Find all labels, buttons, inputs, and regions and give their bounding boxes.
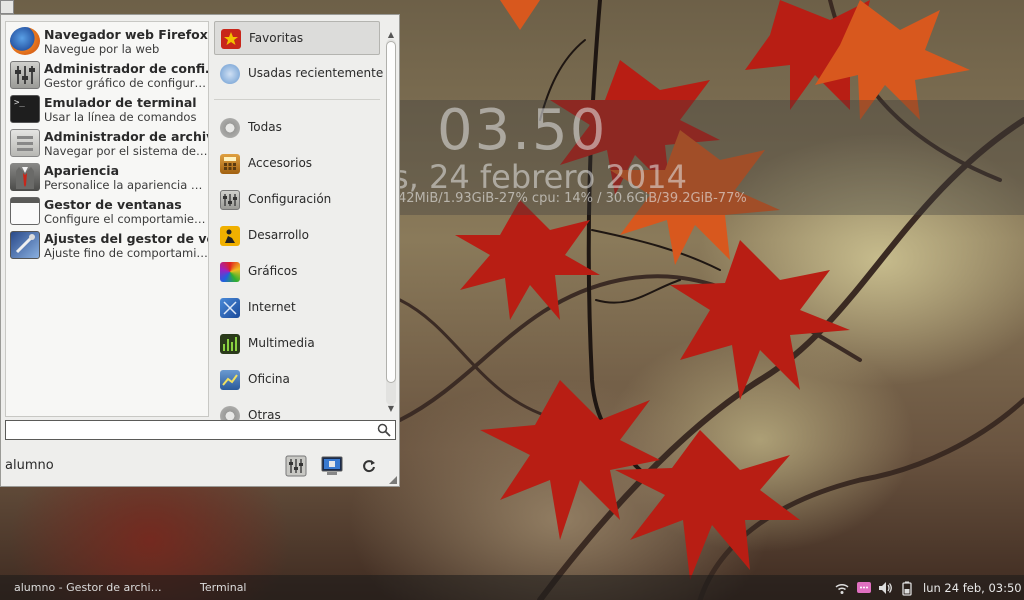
scroll-down-arrow-icon[interactable]: ▼ <box>385 405 397 413</box>
category-favorites[interactable]: Favoritas <box>214 21 380 55</box>
category-label: Configuración <box>248 192 332 206</box>
terminal-icon: >_ <box>10 95 40 123</box>
category-accessories[interactable]: Accesorios <box>214 147 380 181</box>
category-label: Desarrollo <box>248 228 309 242</box>
category-label: Todas <box>248 120 282 134</box>
taskbar: alumno - Gestor de archi… Terminal lun 2… <box>0 575 1024 600</box>
list-item-firefox[interactable]: Navegador web Firefox Navegue por la web <box>8 24 208 58</box>
list-item-file-manager[interactable]: Administrador de archiv… Navegar por el … <box>8 126 208 160</box>
firefox-icon <box>10 27 40 55</box>
app-name: Emulador de terminal <box>44 95 197 110</box>
internet-icon <box>220 298 240 318</box>
taskbar-item-file-manager[interactable]: alumno - Gestor de archi… <box>14 581 162 594</box>
app-desc: Personalice la apariencia … <box>44 178 203 192</box>
taskbar-item-terminal[interactable]: Terminal <box>200 581 247 594</box>
window-manager-icon <box>10 197 40 225</box>
category-development[interactable]: Desarrollo <box>214 219 380 253</box>
volume-icon[interactable] <box>877 580 893 596</box>
category-all[interactable]: Todas <box>214 111 380 145</box>
search-icon <box>377 423 391 437</box>
app-name: Administrador de confi… <box>44 61 208 76</box>
app-menu: Navegador web Firefox Navegue por la web… <box>0 14 400 487</box>
recent-icon <box>220 64 240 84</box>
wifi-icon[interactable] <box>834 580 850 596</box>
category-label: Internet <box>248 300 296 314</box>
conky-stats: 42MiB/1.93GiB-27% cpu: 14% / 30.6GiB/39.… <box>398 191 747 206</box>
office-icon <box>220 370 240 390</box>
category-internet[interactable]: Internet <box>214 291 380 325</box>
username-label: alumno <box>5 458 54 473</box>
category-label: Accesorios <box>248 156 313 170</box>
conky-clock: 03.50 <box>437 98 608 163</box>
multimedia-icon <box>220 334 240 354</box>
appearance-icon <box>10 163 40 191</box>
app-name: Ajustes del gestor de ve… <box>44 231 208 246</box>
app-desc: Usar la línea de comandos <box>44 110 197 124</box>
favorites-icon <box>221 29 241 49</box>
app-name: Navegador web Firefox <box>44 27 208 42</box>
list-item-settings-editor[interactable]: Administrador de confi… Gestor gráfico d… <box>8 58 208 92</box>
chat-icon[interactable] <box>856 580 872 596</box>
taskbar-clock[interactable]: lun 24 feb, 03:50 <box>923 581 1022 595</box>
search-input[interactable] <box>9 422 373 440</box>
settings-icon <box>220 190 240 210</box>
list-item-appearance[interactable]: Apariencia Personalice la apariencia … <box>8 160 208 194</box>
development-icon <box>220 226 240 246</box>
category-recent[interactable]: Usadas recientemente <box>214 57 384 91</box>
app-desc: Gestor gráfico de configur… <box>44 76 206 90</box>
category-settings[interactable]: Configuración <box>214 183 380 217</box>
settings-editor-icon <box>10 61 40 89</box>
scrollbar-thumb[interactable] <box>386 41 396 383</box>
list-item-terminal[interactable]: >_ Emulador de terminal Usar la línea de… <box>8 92 208 126</box>
app-name: Apariencia <box>44 163 120 178</box>
battery-icon[interactable] <box>899 580 915 596</box>
accessories-icon <box>220 154 240 174</box>
category-graphics[interactable]: Gráficos <box>214 255 380 289</box>
all-apps-icon <box>220 118 240 138</box>
monitor-lock-icon <box>321 456 343 475</box>
settings-manager-button[interactable] <box>285 455 307 477</box>
app-desc: Ajuste fino de comportami… <box>44 246 208 260</box>
category-list: Favoritas Usadas recientemente Todas Acc… <box>214 21 384 426</box>
category-label: Oficina <box>248 372 290 386</box>
list-item-window-manager[interactable]: Gestor de ventanas Configure el comporta… <box>8 194 208 228</box>
category-label: Multimedia <box>248 336 315 350</box>
resize-grip-icon[interactable] <box>387 474 397 484</box>
category-scrollbar[interactable]: ▲ ▼ <box>385 31 397 413</box>
app-name: Administrador de archiv… <box>44 129 208 144</box>
category-multimedia[interactable]: Multimedia <box>214 327 380 361</box>
category-separator <box>214 99 380 100</box>
scroll-up-arrow-icon[interactable]: ▲ <box>385 31 397 39</box>
search-field[interactable] <box>5 420 396 440</box>
file-manager-icon <box>10 129 40 157</box>
category-label: Gráficos <box>248 264 298 278</box>
app-name: Gestor de ventanas <box>44 197 182 212</box>
settings-icon <box>285 455 307 477</box>
list-item-window-tweaks[interactable]: Ajustes del gestor de ve… Ajuste fino de… <box>8 228 208 262</box>
app-desc: Navegue por la web <box>44 42 160 56</box>
app-menu-button[interactable] <box>0 0 14 14</box>
graphics-icon <box>220 262 240 282</box>
lock-screen-button[interactable] <box>321 455 343 477</box>
category-label: Favoritas <box>249 31 304 45</box>
window-tweaks-icon <box>10 231 40 259</box>
app-desc: Navegar por el sistema de… <box>44 144 208 158</box>
category-label: Usadas recientemente <box>248 66 384 80</box>
app-desc: Configure el comportamie… <box>44 212 206 226</box>
favorites-list: Navegador web Firefox Navegue por la web… <box>5 21 209 417</box>
logout-button[interactable] <box>358 455 380 477</box>
refresh-icon <box>363 460 375 473</box>
category-office[interactable]: Oficina <box>214 363 380 397</box>
